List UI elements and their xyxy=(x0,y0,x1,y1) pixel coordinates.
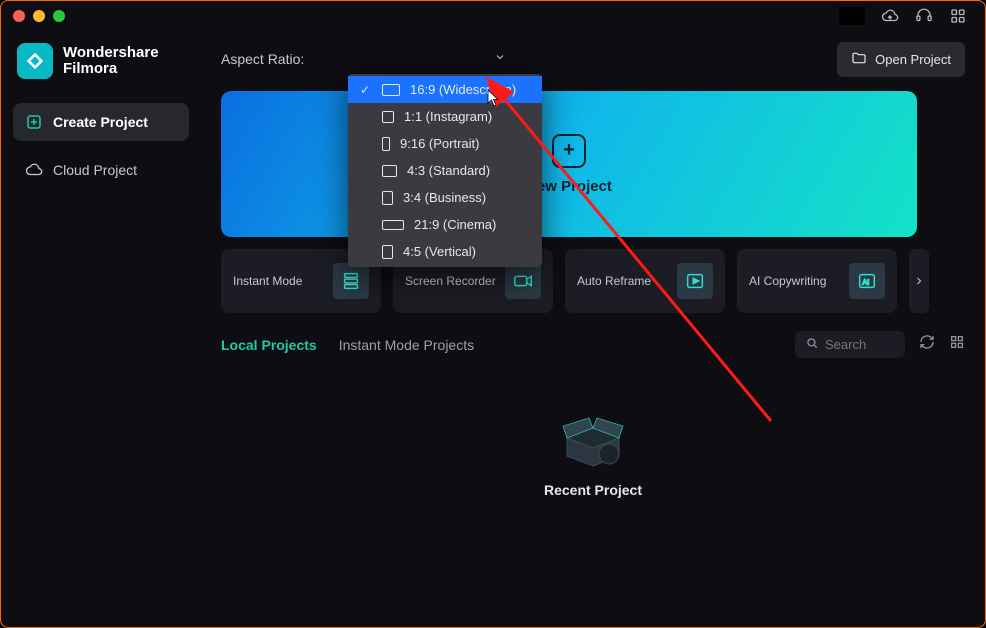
tile-label: AI Copywriting xyxy=(749,274,826,288)
ratio-4-3-icon xyxy=(382,165,397,177)
tab-local-projects[interactable]: Local Projects xyxy=(221,337,317,353)
search-icon xyxy=(805,336,819,353)
plus-square-icon xyxy=(25,113,43,131)
aspect-option-label: 4:3 (Standard) xyxy=(407,163,490,178)
grid-view-icon[interactable] xyxy=(949,334,965,355)
logo-mark-icon xyxy=(17,43,53,79)
main-panel: Aspect Ratio: Open Project + New Project xyxy=(201,31,985,627)
ratio-3-4-icon xyxy=(382,191,393,205)
ratio-wide-icon xyxy=(382,84,400,96)
aspect-option-21-9[interactable]: 21:9 (Cinema) xyxy=(348,211,542,238)
tile-label: Screen Recorder xyxy=(405,274,496,288)
camera-icon xyxy=(505,263,541,299)
aspect-option-1-1[interactable]: 1:1 (Instagram) xyxy=(348,103,542,130)
check-icon: ✓ xyxy=(358,83,372,97)
open-project-button[interactable]: Open Project xyxy=(837,42,965,77)
cloud-sync-icon[interactable] xyxy=(881,7,899,25)
support-icon[interactable] xyxy=(915,7,933,25)
chevron-down-icon xyxy=(494,50,506,68)
aspect-option-label: 21:9 (Cinema) xyxy=(414,217,496,232)
app-title: Wondershare Filmora xyxy=(63,45,159,78)
search-input-wrapper[interactable] xyxy=(795,331,905,358)
app-title-line1: Wondershare xyxy=(63,45,159,62)
titlebar-actions xyxy=(839,7,967,25)
open-box-icon xyxy=(557,398,629,470)
account-placeholder[interactable] xyxy=(839,7,865,25)
play-frame-icon xyxy=(677,263,713,299)
search-input[interactable] xyxy=(825,337,895,352)
app-title-line2: Filmora xyxy=(63,61,159,78)
aspect-option-9-16[interactable]: 9:16 (Portrait) xyxy=(348,130,542,157)
project-tabs: Local Projects Instant Mode Projects xyxy=(221,331,965,358)
ai-icon: AI xyxy=(849,263,885,299)
aspect-option-label: 9:16 (Portrait) xyxy=(400,136,479,151)
aspect-option-label: 16:9 (Widescreen) xyxy=(410,82,516,97)
sidebar: Wondershare Filmora Create Project Cloud… xyxy=(1,31,201,627)
open-project-label: Open Project xyxy=(875,52,951,67)
refresh-icon[interactable] xyxy=(919,334,935,355)
titlebar xyxy=(1,1,985,31)
recent-projects-empty: Recent Project xyxy=(221,398,965,498)
aspect-ratio-select[interactable] xyxy=(310,45,510,73)
aspect-option-label: 1:1 (Instagram) xyxy=(404,109,492,124)
new-project-hero[interactable]: + New Project xyxy=(221,91,917,237)
stack-icon xyxy=(333,263,369,299)
window-controls xyxy=(13,10,65,22)
aspect-option-label: 3:4 (Business) xyxy=(403,190,486,205)
minimize-window-button[interactable] xyxy=(33,10,45,22)
cloud-icon xyxy=(25,161,43,179)
tab-instant-mode-projects[interactable]: Instant Mode Projects xyxy=(339,337,474,353)
apps-grid-icon[interactable] xyxy=(949,7,967,25)
aspect-option-3-4[interactable]: 3:4 (Business) xyxy=(348,184,542,211)
app-logo: Wondershare Filmora xyxy=(13,39,189,93)
sidebar-item-cloud-project[interactable]: Cloud Project xyxy=(13,151,189,189)
tiles-scroll-right[interactable] xyxy=(909,249,929,313)
sidebar-item-create-project[interactable]: Create Project xyxy=(13,103,189,141)
aspect-ratio-dropdown: ✓ 16:9 (Widescreen) 1:1 (Instagram) 9:16… xyxy=(348,74,542,267)
tile-auto-reframe[interactable]: Auto Reframe xyxy=(565,249,725,313)
feature-tiles: Instant Mode Screen Recorder Auto Refram… xyxy=(221,249,933,313)
tile-label: Instant Mode xyxy=(233,274,302,288)
ratio-square-icon xyxy=(382,111,394,123)
tile-ai-copywriting[interactable]: AI Copywriting AI xyxy=(737,249,897,313)
ratio-21-9-icon xyxy=(382,220,404,230)
maximize-window-button[interactable] xyxy=(53,10,65,22)
ratio-4-5-icon xyxy=(382,245,393,259)
folder-icon xyxy=(851,50,867,69)
ratio-portrait-icon xyxy=(382,137,390,151)
aspect-option-label: 4:5 (Vertical) xyxy=(403,244,476,259)
main-toolbar: Aspect Ratio: Open Project xyxy=(221,41,965,77)
recent-project-label: Recent Project xyxy=(544,482,642,498)
sidebar-item-label: Create Project xyxy=(53,114,148,130)
aspect-option-4-5[interactable]: 4:5 (Vertical) xyxy=(348,238,542,265)
close-window-button[interactable] xyxy=(13,10,25,22)
sidebar-item-label: Cloud Project xyxy=(53,162,137,178)
aspect-ratio-label: Aspect Ratio: xyxy=(221,51,304,67)
aspect-option-4-3[interactable]: 4:3 (Standard) xyxy=(348,157,542,184)
svg-text:AI: AI xyxy=(862,278,869,287)
app-window: Wondershare Filmora Create Project Cloud… xyxy=(0,0,986,628)
plus-icon: + xyxy=(552,134,586,168)
aspect-option-16-9[interactable]: ✓ 16:9 (Widescreen) xyxy=(348,76,542,103)
tile-label: Auto Reframe xyxy=(577,274,651,288)
